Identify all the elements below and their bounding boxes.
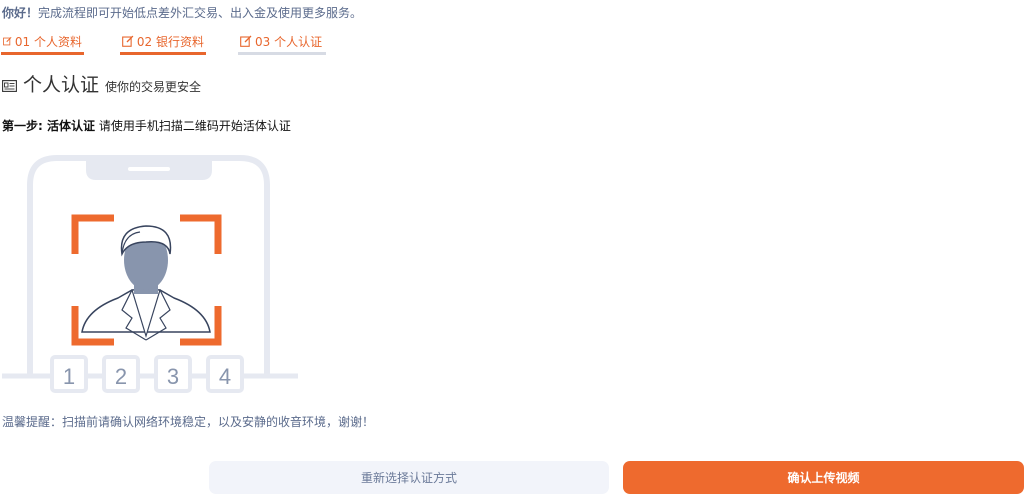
greeting-banner: 你好！完成流程即可开始低点差外汇交易、出入金及使用更多服务。 [2, 4, 362, 21]
tab-identity-verification[interactable]: 03 个人认证 [238, 30, 326, 55]
edit-icon [240, 35, 252, 47]
person-icon [81, 225, 211, 341]
page-subtitle: 使你的交易更安全 [105, 80, 202, 94]
number-4: 4 [219, 364, 231, 389]
tab-identity-verification-label: 03 个人认证 [255, 34, 323, 49]
tab-personal-info-label: 01 个人资料 [14, 34, 82, 49]
greeting-message: 完成流程即可开始低点差外汇交易、出入金及使用更多服务。 [38, 6, 363, 20]
edit-icon [3, 36, 12, 46]
page-title: 个人认证 [23, 74, 100, 96]
instruction-text: 请使用手机扫描二维码开始活体认证 [98, 119, 291, 133]
instruction-step-label: 第一步: 活体认证 [2, 119, 95, 133]
number-1: 1 [63, 364, 75, 389]
edit-icon [122, 35, 134, 47]
face-scan-illustration: 1 2 3 4 [2, 155, 298, 393]
tab-bank-info[interactable]: 02 银行资料 [120, 30, 206, 55]
section-header: 个人认证 使你的交易更安全 [2, 70, 201, 97]
confirm-upload-video-button[interactable]: 确认上传视频 [623, 461, 1024, 494]
instruction-line: 第一步: 活体认证 请使用手机扫描二维码开始活体认证 [2, 117, 291, 134]
reselect-method-button[interactable]: 重新选择认证方式 [209, 461, 609, 494]
number-3: 3 [167, 364, 179, 389]
id-card-icon [2, 80, 17, 92]
tab-bank-info-label: 02 银行资料 [136, 34, 204, 49]
greeting-hello: 你好！ [2, 6, 39, 20]
tab-personal-info[interactable]: 01 个人资料 [1, 30, 84, 55]
phone-speaker [128, 167, 170, 171]
tip-text: 温馨提醒：扫描前请确认网络环境稳定，以及安静的收音环境，谢谢！ [2, 415, 375, 429]
number-2: 2 [115, 364, 127, 389]
